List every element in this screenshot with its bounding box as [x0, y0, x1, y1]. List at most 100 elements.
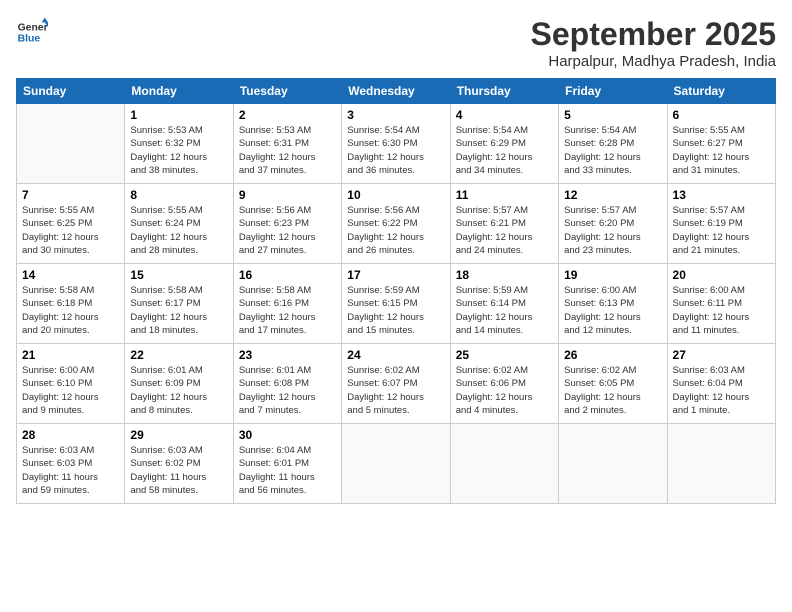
cell-info: Sunrise: 5:59 AM Sunset: 6:14 PM Dayligh… [456, 284, 553, 337]
day-number: 28 [22, 428, 119, 442]
day-number: 5 [564, 108, 661, 122]
cell-info: Sunrise: 5:55 AM Sunset: 6:24 PM Dayligh… [130, 204, 227, 257]
col-header-monday: Monday [125, 79, 233, 104]
cell-info: Sunrise: 6:03 AM Sunset: 6:03 PM Dayligh… [22, 444, 119, 497]
calendar-cell: 4Sunrise: 5:54 AM Sunset: 6:29 PM Daylig… [450, 104, 558, 184]
day-number: 18 [456, 268, 553, 282]
calendar-cell [342, 424, 450, 504]
calendar-cell: 24 Sunrise: 6:02 AM Sunset: 6:07 PM Dayli… [342, 344, 450, 424]
cell-info: Sunrise: 5:58 AM Sunset: 6:17 PM Dayligh… [130, 284, 227, 337]
cell-info: Sunrise: 5:57 AM Sunset: 6:20 PM Dayligh… [564, 204, 661, 257]
calendar-cell [667, 424, 775, 504]
cell-info: Sunrise: 5:55 AM Sunset: 6:27 PM Dayligh… [673, 124, 770, 177]
day-number: 21 [22, 348, 119, 362]
day-number: 8 [130, 188, 227, 202]
calendar-cell [559, 424, 667, 504]
day-number: 3 [347, 108, 444, 122]
day-number: 1 [130, 108, 227, 122]
day-number: 25 [456, 348, 553, 362]
day-number: 10 [347, 188, 444, 202]
calendar-cell: 19 Sunrise: 6:00 AM Sunset: 6:13 PM Dayli… [559, 264, 667, 344]
calendar-cell: 25Sunrise: 6:02 AM Sunset: 6:06 PM Dayli… [450, 344, 558, 424]
cell-info: Sunrise: 5:53 AM Sunset: 6:31 PM Dayligh… [239, 124, 336, 177]
cell-info: Sunrise: 5:55 AM Sunset: 6:25 PM Dayligh… [22, 204, 119, 257]
calendar-cell: 8 Sunrise: 5:55 AM Sunset: 6:24 PM Daylig… [125, 184, 233, 264]
cell-info: Sunrise: 6:02 AM Sunset: 6:07 PM Dayligh… [347, 364, 444, 417]
calendar-cell: 10 Sunrise: 5:56 AM Sunset: 6:22 PM Dayli… [342, 184, 450, 264]
calendar-header-row: SundayMondayTuesdayWednesdayThursdayFrid… [17, 79, 776, 104]
day-number: 11 [456, 188, 553, 202]
cell-info: Sunrise: 6:02 AM Sunset: 6:05 PM Dayligh… [564, 364, 661, 417]
cell-info: Sunrise: 5:57 AM Sunset: 6:21 PM Dayligh… [456, 204, 553, 257]
cell-info: Sunrise: 6:03 AM Sunset: 6:02 PM Dayligh… [130, 444, 227, 497]
cell-info: Sunrise: 5:58 AM Sunset: 6:16 PM Dayligh… [239, 284, 336, 337]
calendar-cell: 7 Sunrise: 5:55 AM Sunset: 6:25 PM Daylig… [17, 184, 125, 264]
calendar-cell: 16 Sunrise: 5:58 AM Sunset: 6:16 PM Dayli… [233, 264, 341, 344]
calendar-cell: 29 Sunrise: 6:03 AM Sunset: 6:02 PM Dayli… [125, 424, 233, 504]
calendar-cell: 18 Sunrise: 5:59 AM Sunset: 6:14 PM Dayli… [450, 264, 558, 344]
day-number: 30 [239, 428, 336, 442]
cell-info: Sunrise: 5:56 AM Sunset: 6:22 PM Dayligh… [347, 204, 444, 257]
week-row-3: 21 Sunrise: 6:00 AM Sunset: 6:10 PM Dayli… [17, 344, 776, 424]
logo-icon: General Blue [16, 16, 48, 48]
cell-info: Sunrise: 5:54 AM Sunset: 6:30 PM Dayligh… [347, 124, 444, 177]
cell-info: Sunrise: 5:56 AM Sunset: 6:23 PM Dayligh… [239, 204, 336, 257]
col-header-saturday: Saturday [667, 79, 775, 104]
cell-info: Sunrise: 5:54 AM Sunset: 6:29 PM Dayligh… [456, 124, 553, 177]
calendar-cell [17, 104, 125, 184]
calendar-cell: 5 Sunrise: 5:54 AM Sunset: 6:28 PM Daylig… [559, 104, 667, 184]
cell-info: Sunrise: 5:59 AM Sunset: 6:15 PM Dayligh… [347, 284, 444, 337]
day-number: 20 [673, 268, 770, 282]
col-header-tuesday: Tuesday [233, 79, 341, 104]
day-number: 7 [22, 188, 119, 202]
calendar-cell: 1 Sunrise: 5:53 AM Sunset: 6:32 PM Daylig… [125, 104, 233, 184]
day-number: 23 [239, 348, 336, 362]
cell-info: Sunrise: 6:00 AM Sunset: 6:10 PM Dayligh… [22, 364, 119, 417]
day-number: 17 [347, 268, 444, 282]
week-row-4: 28 Sunrise: 6:03 AM Sunset: 6:03 PM Dayli… [17, 424, 776, 504]
calendar-cell: 6Sunrise: 5:55 AM Sunset: 6:27 PM Daylig… [667, 104, 775, 184]
calendar-cell: 22Sunrise: 6:01 AM Sunset: 6:09 PM Dayli… [125, 344, 233, 424]
calendar-cell: 13 Sunrise: 5:57 AM Sunset: 6:19 PM Dayli… [667, 184, 775, 264]
svg-text:Blue: Blue [18, 34, 41, 45]
calendar-cell: 28 Sunrise: 6:03 AM Sunset: 6:03 PM Dayli… [17, 424, 125, 504]
day-number: 9 [239, 188, 336, 202]
cell-info: Sunrise: 5:53 AM Sunset: 6:32 PM Dayligh… [130, 124, 227, 177]
month-title: September 2025 [531, 16, 776, 53]
cell-info: Sunrise: 5:57 AM Sunset: 6:19 PM Dayligh… [673, 204, 770, 257]
cell-info: Sunrise: 5:54 AM Sunset: 6:28 PM Dayligh… [564, 124, 661, 177]
calendar-cell: 20Sunrise: 6:00 AM Sunset: 6:11 PM Dayli… [667, 264, 775, 344]
calendar-cell [450, 424, 558, 504]
col-header-sunday: Sunday [17, 79, 125, 104]
day-number: 16 [239, 268, 336, 282]
col-header-thursday: Thursday [450, 79, 558, 104]
cell-info: Sunrise: 6:00 AM Sunset: 6:13 PM Dayligh… [564, 284, 661, 337]
day-number: 19 [564, 268, 661, 282]
day-number: 27 [673, 348, 770, 362]
calendar-cell: 12 Sunrise: 5:57 AM Sunset: 6:20 PM Dayli… [559, 184, 667, 264]
calendar-cell: 15 Sunrise: 5:58 AM Sunset: 6:17 PM Dayli… [125, 264, 233, 344]
calendar-cell: 30Sunrise: 6:04 AM Sunset: 6:01 PM Dayli… [233, 424, 341, 504]
day-number: 29 [130, 428, 227, 442]
day-number: 15 [130, 268, 227, 282]
calendar-table: SundayMondayTuesdayWednesdayThursdayFrid… [16, 78, 776, 504]
calendar-cell: 26 Sunrise: 6:02 AM Sunset: 6:05 PM Dayli… [559, 344, 667, 424]
calendar-cell: 17 Sunrise: 5:59 AM Sunset: 6:15 PM Dayli… [342, 264, 450, 344]
calendar-body: 1 Sunrise: 5:53 AM Sunset: 6:32 PM Daylig… [17, 104, 776, 504]
calendar-cell: 23Sunrise: 6:01 AM Sunset: 6:08 PM Dayli… [233, 344, 341, 424]
calendar-cell: 14Sunrise: 5:58 AM Sunset: 6:18 PM Dayli… [17, 264, 125, 344]
day-number: 22 [130, 348, 227, 362]
svg-text:General: General [18, 22, 48, 33]
day-number: 2 [239, 108, 336, 122]
day-number: 13 [673, 188, 770, 202]
week-row-0: 1 Sunrise: 5:53 AM Sunset: 6:32 PM Daylig… [17, 104, 776, 184]
calendar-cell: 27Sunrise: 6:03 AM Sunset: 6:04 PM Dayli… [667, 344, 775, 424]
day-number: 26 [564, 348, 661, 362]
col-header-wednesday: Wednesday [342, 79, 450, 104]
title-block: September 2025 Harpalpur, Madhya Pradesh… [531, 16, 776, 70]
calendar-cell: 11 Sunrise: 5:57 AM Sunset: 6:21 PM Dayli… [450, 184, 558, 264]
day-number: 12 [564, 188, 661, 202]
calendar-cell: 3 Sunrise: 5:54 AM Sunset: 6:30 PM Daylig… [342, 104, 450, 184]
day-number: 24 [347, 348, 444, 362]
week-row-1: 7 Sunrise: 5:55 AM Sunset: 6:25 PM Daylig… [17, 184, 776, 264]
